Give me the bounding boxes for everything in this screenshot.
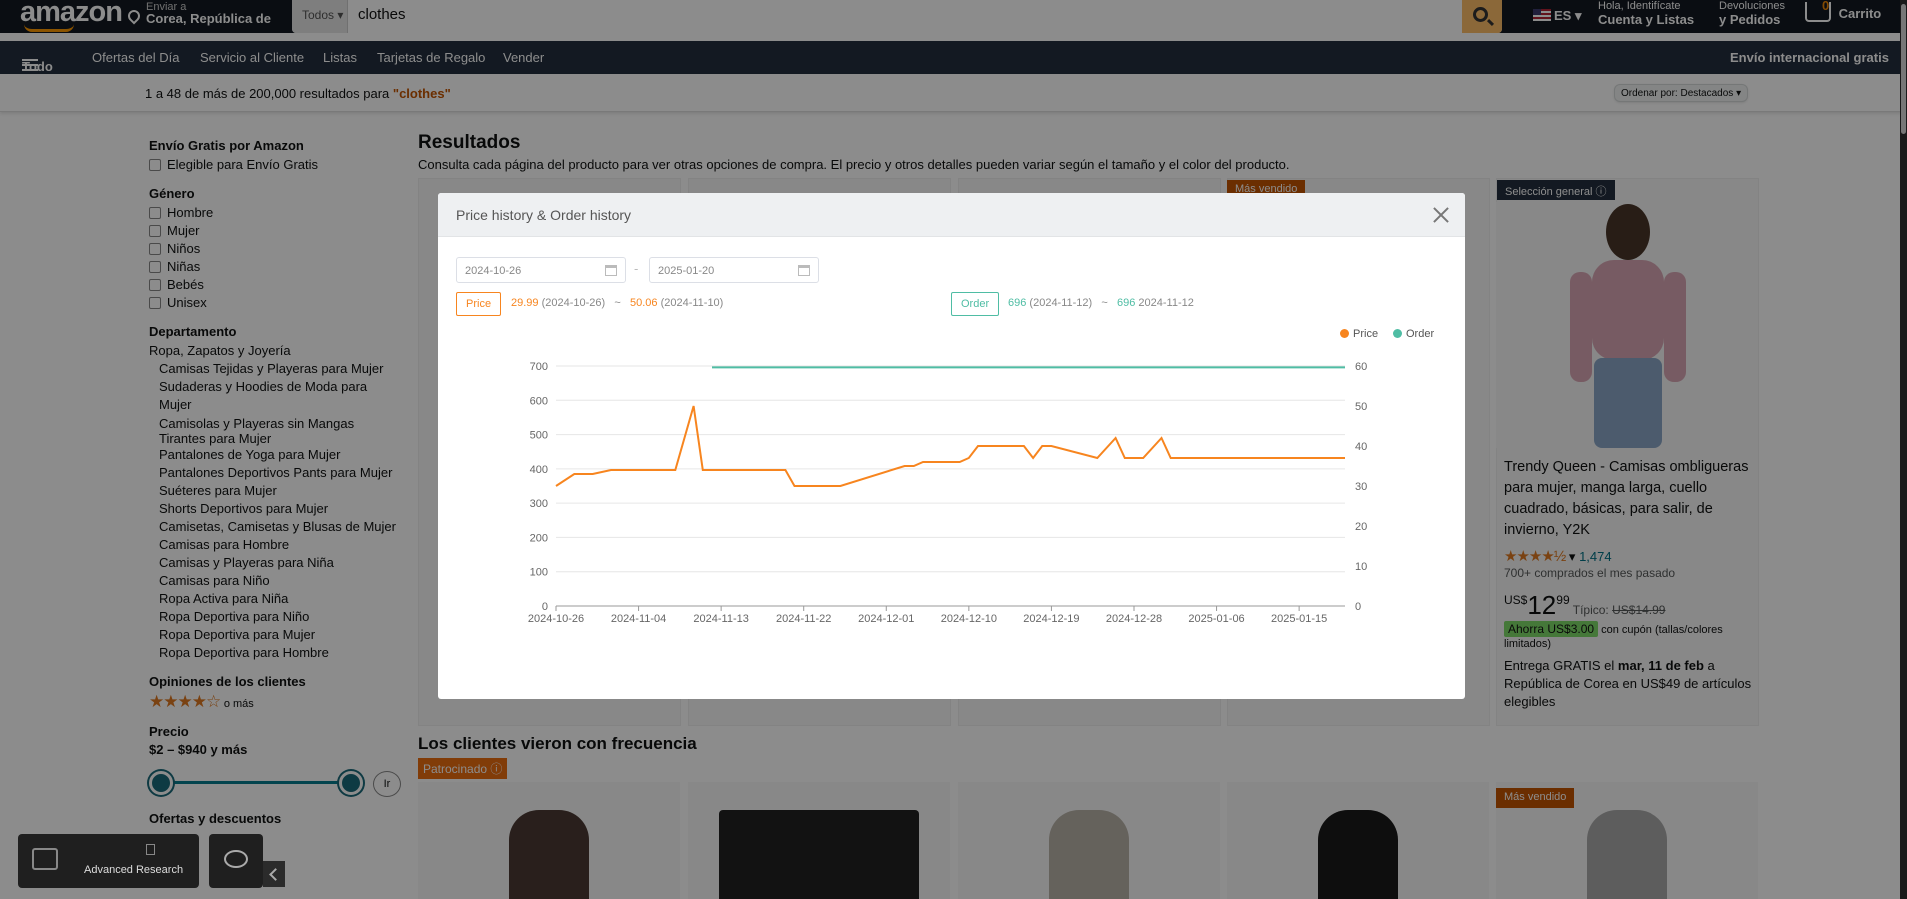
y-left-tick-label: 0 [542,601,548,613]
price-tag: Price [456,292,502,316]
stat-separator: ~ [614,297,621,309]
calendar-icon [798,265,810,276]
y-right-tick-label: 30 [1355,481,1367,493]
scrollbar[interactable] [1900,0,1907,899]
y-left-tick-label: 400 [530,464,548,476]
price-order-chart[interactable]: 0 100 200 300 400 500 600 700 0 10 20 30 40 50 60 2024-… [438,348,1465,688]
calendar-icon [605,265,617,276]
y-left-tick-label: 100 [530,567,548,579]
date-separator: - [634,261,639,276]
date-to-input[interactable]: 2025-01-20 [649,257,819,283]
series-line-price [555,405,1345,487]
modal-header: Price history & Order history [438,193,1465,237]
y-left-tick-label: 700 [530,361,548,373]
order-stats: 696 (2024-11-12) ~ 696 2024-11-12 [1008,297,1194,309]
legend-label: Price [1353,328,1379,340]
modal-title: Price history & Order history [456,207,632,223]
date-from-input[interactable]: 2024-10-26 [456,257,626,283]
x-tick-label: 2024-11-13 [693,613,748,625]
x-tick-label: 2024-11-04 [611,613,666,625]
y-right-tick-label: 0 [1355,601,1361,613]
chat-button[interactable] [209,834,263,888]
legend-label: Order [1406,328,1435,340]
price-max-date: (2024-11-10) [660,297,724,309]
y-right-tick-label: 50 [1355,401,1367,413]
y-right-tick-label: 20 [1355,521,1367,533]
close-icon[interactable] [1431,205,1451,225]
legend-price[interactable]: Price [1340,328,1378,340]
y-left-tick-label: 500 [530,430,548,442]
x-tick-label: 2024-10-26 [528,613,584,625]
y-left-tick-label: 200 [530,532,548,544]
legend-dot-icon [1340,329,1349,338]
y-left-tick-label: 600 [530,395,548,407]
x-tick-label: 2024-12-28 [1106,613,1162,625]
x-tick-label: 2024-11-22 [776,613,831,625]
x-tick-label: 2024-12-01 [858,613,914,625]
x-tick-label: 2025-01-15 [1271,613,1327,625]
price-max: 50.06 [629,297,658,309]
legend-dot-icon [1393,329,1402,338]
order-max: 696 [1116,297,1136,309]
stat-separator: ~ [1101,297,1108,309]
y-right-tick-label: 40 [1355,441,1367,453]
order-min: 696 [1008,297,1027,309]
legend-order[interactable]: Order [1393,328,1434,340]
scrollbar-thumb[interactable] [1901,4,1906,134]
y-right-tick-label: 10 [1355,561,1367,573]
x-tick-label: 2025-01-06 [1188,613,1244,625]
order-min-date: (2024-11-12) [1029,297,1093,309]
date-from-value: 2024-10-26 [465,265,522,277]
order-tag: Order [951,292,1000,316]
price-history-modal: Price history & Order history 2024-10-26… [438,193,1465,699]
advanced-research-widget[interactable]: Advanced Research [18,834,199,888]
price-stats: 29.99 (2024-10-26) ~ 50.06 (2024-11-10) [511,297,723,309]
layers-icon [32,848,58,870]
chat-bubble-icon [224,850,248,868]
collapse-panel-button[interactable] [263,861,285,887]
date-to-value: 2025-01-20 [658,265,715,277]
x-tick-label: 2024-12-10 [941,613,997,625]
price-min-date: (2024-10-26) [541,297,606,309]
order-max-date: 2024-11-12 [1138,297,1194,309]
document-icon [146,844,155,855]
x-tick-label: 2024-12-19 [1023,613,1079,625]
price-min: 29.99 [511,297,539,309]
y-left-tick-label: 300 [530,498,548,510]
y-right-tick-label: 60 [1355,361,1367,373]
